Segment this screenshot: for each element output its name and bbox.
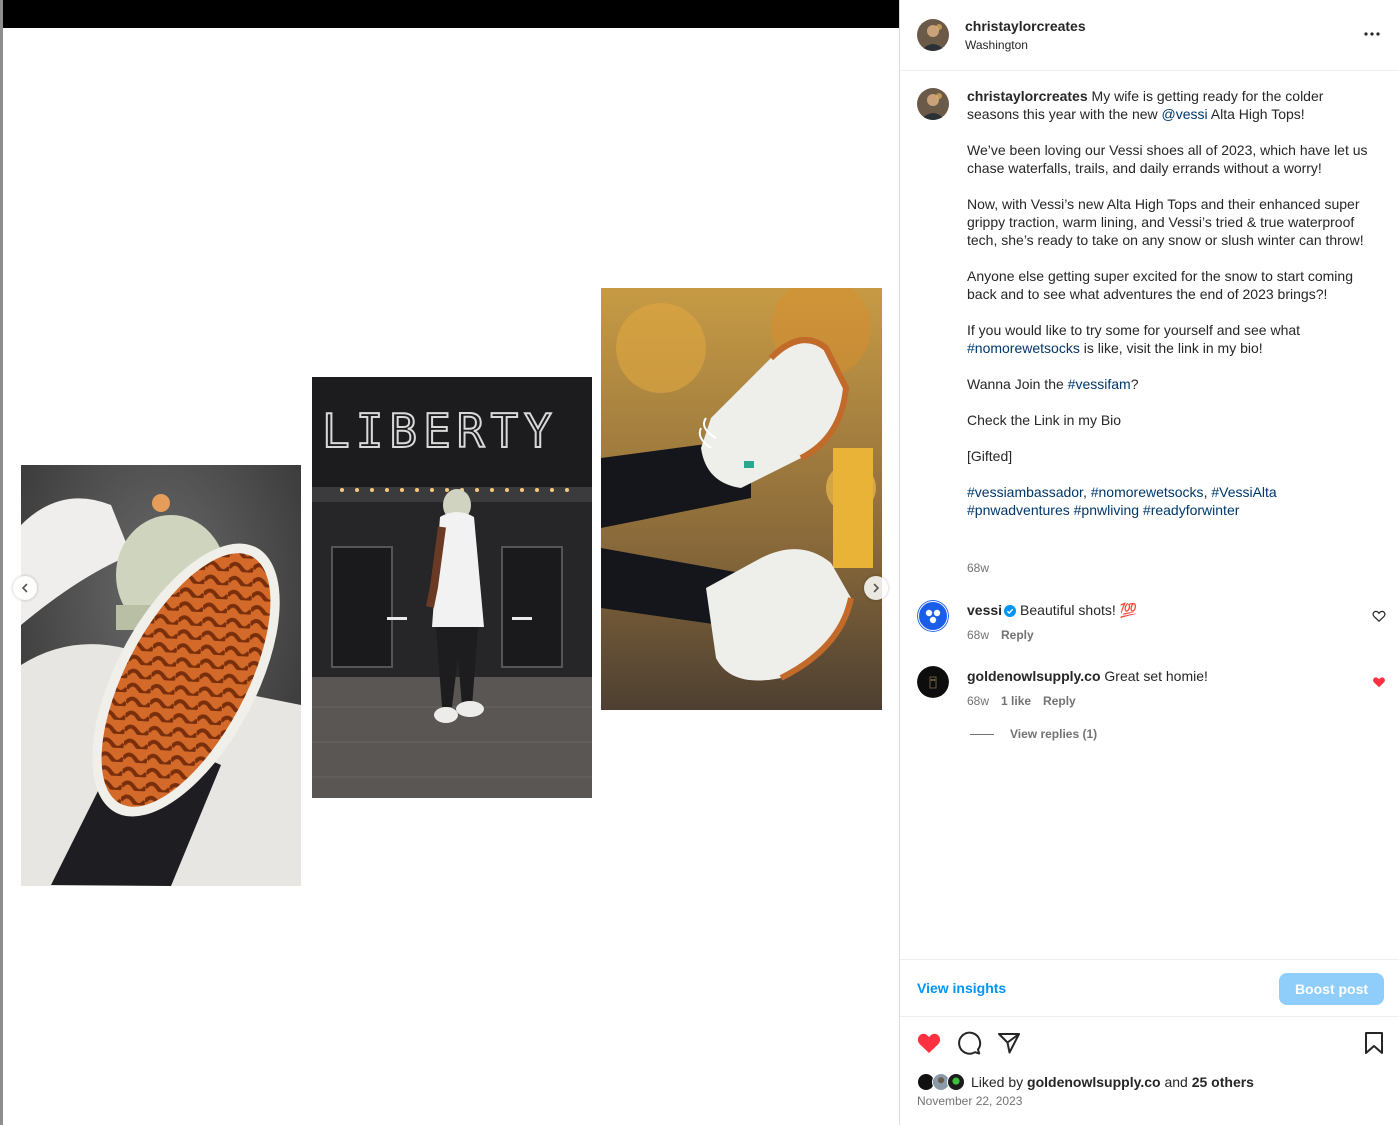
- hashtag-link[interactable]: #readyforwinter: [1143, 502, 1240, 518]
- liked-by-others[interactable]: 25 others: [1192, 1074, 1254, 1090]
- caption-paragraph: Now, with Vessi’s new Alta High Tops and…: [967, 196, 1364, 248]
- liked-by-and: and: [1160, 1074, 1192, 1090]
- caption-text: is like, visit the link in my bio!: [1079, 340, 1263, 356]
- more-horizontal-icon: [1364, 32, 1380, 36]
- boost-post-button[interactable]: Boost post: [1279, 973, 1384, 1005]
- view-insights-link[interactable]: View insights: [917, 980, 1006, 996]
- caption-text: If you would like to try some for yourse…: [967, 322, 1301, 338]
- post-media-area: LIBERTY: [0, 0, 899, 1125]
- verified-badge-icon: [1004, 605, 1017, 617]
- more-options-button[interactable]: [1362, 24, 1382, 44]
- hashtag-link[interactable]: #vessifam: [1068, 376, 1131, 392]
- commenter-avatar-vessi[interactable]: [917, 600, 949, 632]
- chevron-left-icon: [21, 583, 28, 593]
- insights-bar: View insights Boost post: [900, 959, 1399, 1017]
- liker-avatar[interactable]: [947, 1073, 965, 1091]
- reply-button[interactable]: Reply: [1001, 628, 1034, 642]
- comments-section: christaylorcreates My wife is getting re…: [900, 71, 1399, 959]
- caption-text: Alta High Tops!: [1207, 106, 1305, 122]
- reply-button[interactable]: Reply: [1043, 694, 1076, 708]
- view-replies-line: [970, 733, 994, 735]
- hashtag-link[interactable]: #pnwadventures: [967, 502, 1070, 518]
- comment-username[interactable]: goldenowlsupply.co: [967, 668, 1101, 684]
- comment-meta: 68w 1 like Reply: [967, 694, 1088, 708]
- post-details-panel: christaylorcreates Washington christaylo…: [899, 0, 1399, 1125]
- bookmark-icon[interactable]: [1361, 1030, 1387, 1056]
- liked-by-user[interactable]: goldenowlsupply.co: [1027, 1074, 1161, 1090]
- comment-timestamp[interactable]: 68w: [967, 694, 989, 708]
- post-actions: Liked by goldenowlsupply.co and 25 other…: [900, 1018, 1399, 1125]
- post-caption: christaylorcreates My wife is getting re…: [967, 87, 1377, 519]
- carousel-photo-liberty: LIBERTY: [312, 377, 592, 798]
- comment-timestamp[interactable]: 68w: [967, 628, 989, 642]
- comment-goldenowlsupply: goldenowlsupply.co Great set homie!: [967, 667, 1208, 685]
- liked-by-row: Liked by goldenowlsupply.co and 25 other…: [917, 1072, 1254, 1092]
- caption-paragraph: Anyone else getting super excited for th…: [967, 268, 1353, 302]
- caption-paragraph: Check the Link in my Bio: [967, 412, 1122, 428]
- hashtag-link[interactable]: #vessiambassador: [967, 484, 1083, 500]
- window-edge: [0, 0, 3, 1125]
- post-header: christaylorcreates Washington: [900, 0, 1399, 71]
- view-replies-button[interactable]: View replies (1): [970, 727, 1097, 741]
- caption-paragraph: We’ve been loving our Vessi shoes all of…: [967, 142, 1368, 176]
- liked-by-text: Liked by goldenowlsupply.co and 25 other…: [971, 1074, 1254, 1090]
- view-replies-label: View replies (1): [1010, 727, 1098, 741]
- carousel-photo-boots: [601, 288, 882, 710]
- media-top-band: [3, 0, 899, 28]
- carousel-next-button[interactable]: [864, 576, 888, 600]
- heart-icon[interactable]: [1372, 609, 1386, 623]
- hashtag-link[interactable]: #nomorewetsocks: [967, 340, 1080, 356]
- liker-avatars: [917, 1072, 967, 1092]
- heart-filled-icon[interactable]: [1372, 675, 1386, 689]
- comment-icon[interactable]: [956, 1030, 982, 1056]
- heart-icon[interactable]: [916, 1030, 942, 1056]
- comment-text: Beautiful shots! 💯: [1020, 602, 1138, 618]
- comment-username[interactable]: vessi: [967, 602, 1002, 618]
- carousel-photo-sole: [21, 465, 301, 886]
- hashtag-link[interactable]: #VessiAlta: [1211, 484, 1276, 500]
- caption-text: ?: [1130, 376, 1139, 392]
- comment-likes-count[interactable]: 1 like: [1001, 694, 1031, 708]
- post-location[interactable]: Washington: [965, 38, 1028, 52]
- caption-text: Wanna Join the: [967, 376, 1068, 392]
- author-username[interactable]: christaylorcreates: [965, 18, 1086, 34]
- liked-by-prefix: Liked by: [971, 1074, 1028, 1090]
- share-icon[interactable]: [996, 1030, 1022, 1056]
- post-date[interactable]: November 22, 2023: [917, 1094, 1022, 1108]
- hashtag-separator: ,: [1082, 484, 1091, 500]
- liberty-sign-text: LIBERTY: [322, 404, 558, 458]
- comment-text: Great set homie!: [1104, 668, 1208, 684]
- hashtag-link[interactable]: #nomorewetsocks: [1091, 484, 1204, 500]
- caption-paragraph: [Gifted]: [967, 448, 1013, 464]
- mention-link[interactable]: @vessi: [1162, 106, 1208, 122]
- author-avatar[interactable]: [917, 19, 949, 51]
- caption-username[interactable]: christaylorcreates: [967, 88, 1088, 104]
- chevron-right-icon: [873, 583, 880, 593]
- caption-author-avatar[interactable]: [917, 88, 949, 120]
- carousel-prev-button[interactable]: [13, 576, 37, 600]
- caption-timestamp[interactable]: 68w: [967, 561, 989, 575]
- commenter-avatar-goldenowlsupply[interactable]: [917, 666, 949, 698]
- hashtag-link[interactable]: #pnwliving: [1074, 502, 1139, 518]
- comment-vessi: vessi Beautiful shots! 💯: [967, 601, 1137, 619]
- comment-meta: 68w Reply: [967, 628, 1046, 642]
